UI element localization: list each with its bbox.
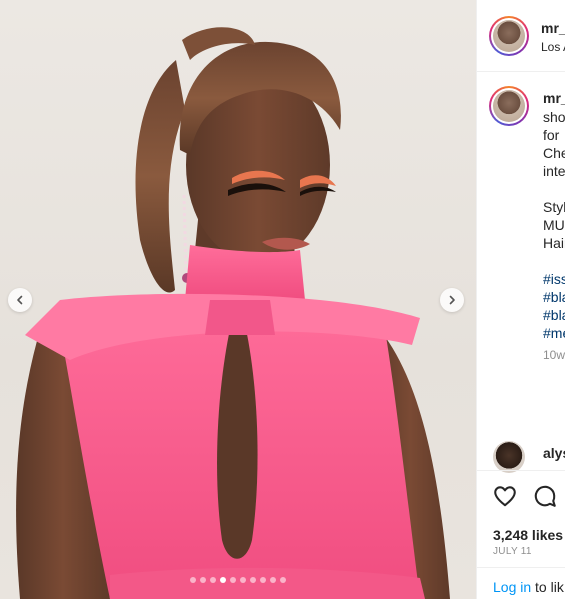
login-prompt-text: to lik xyxy=(531,579,564,595)
hashtag-link[interactable]: #bla xyxy=(543,306,565,324)
carousel-dot xyxy=(190,577,196,583)
carousel-dot xyxy=(250,577,256,583)
caption-username[interactable]: mr_ xyxy=(543,90,565,106)
caption-line: sho xyxy=(543,109,565,125)
post-details-panel: mr_ Los A mr_ sho for Che inte Styl MU: … xyxy=(476,0,565,599)
caption-line: Che xyxy=(543,145,565,161)
carousel-dot xyxy=(230,577,236,583)
like-count[interactable]: 3,248 likes xyxy=(493,527,563,543)
caption-credit: Hair xyxy=(543,235,565,251)
carousel-dot xyxy=(270,577,276,583)
carousel-dot xyxy=(210,577,216,583)
comment-icon[interactable] xyxy=(532,483,558,509)
carousel-dot xyxy=(260,577,266,583)
login-prompt: Log in to lik xyxy=(493,579,564,595)
caption-credit: Styl xyxy=(543,199,565,215)
chevron-right-icon xyxy=(449,295,455,305)
caption-time[interactable]: 10w xyxy=(543,348,565,362)
header-avatar[interactable] xyxy=(489,16,529,56)
carousel-indicator xyxy=(0,577,476,583)
header-username[interactable]: mr_ xyxy=(541,20,565,36)
carousel-dot xyxy=(280,577,286,583)
caption-line: inte xyxy=(543,163,565,179)
next-slide-button[interactable] xyxy=(440,288,464,312)
carousel-dot-active xyxy=(220,577,226,583)
previous-slide-button[interactable] xyxy=(8,288,32,312)
post-location[interactable]: Los A xyxy=(541,40,565,54)
post-date: JULY 11 xyxy=(493,546,532,557)
hashtag-link[interactable]: #me xyxy=(543,324,565,342)
portrait-image xyxy=(16,27,450,599)
hashtag-link[interactable]: #bla xyxy=(543,288,565,306)
caption-line: for xyxy=(543,127,560,143)
post-photo[interactable] xyxy=(0,0,476,599)
chevron-left-icon xyxy=(17,295,23,305)
commenter-avatar[interactable] xyxy=(493,441,525,473)
caption-credit: MU: xyxy=(543,217,565,233)
post-actions: 3,248 likes JULY 11 Log in to lik xyxy=(477,470,565,599)
caption-avatar[interactable] xyxy=(489,86,529,126)
hashtag-link[interactable]: #iss xyxy=(543,270,565,288)
login-link[interactable]: Log in xyxy=(493,579,531,595)
carousel-dot xyxy=(240,577,246,583)
post-header: mr_ Los A xyxy=(477,0,565,72)
heart-icon[interactable] xyxy=(492,483,518,509)
comment-username[interactable]: alys xyxy=(543,445,565,461)
post-caption: sho for Che inte Styl MU: Hair #iss #bla… xyxy=(543,108,565,342)
carousel-dot xyxy=(200,577,206,583)
